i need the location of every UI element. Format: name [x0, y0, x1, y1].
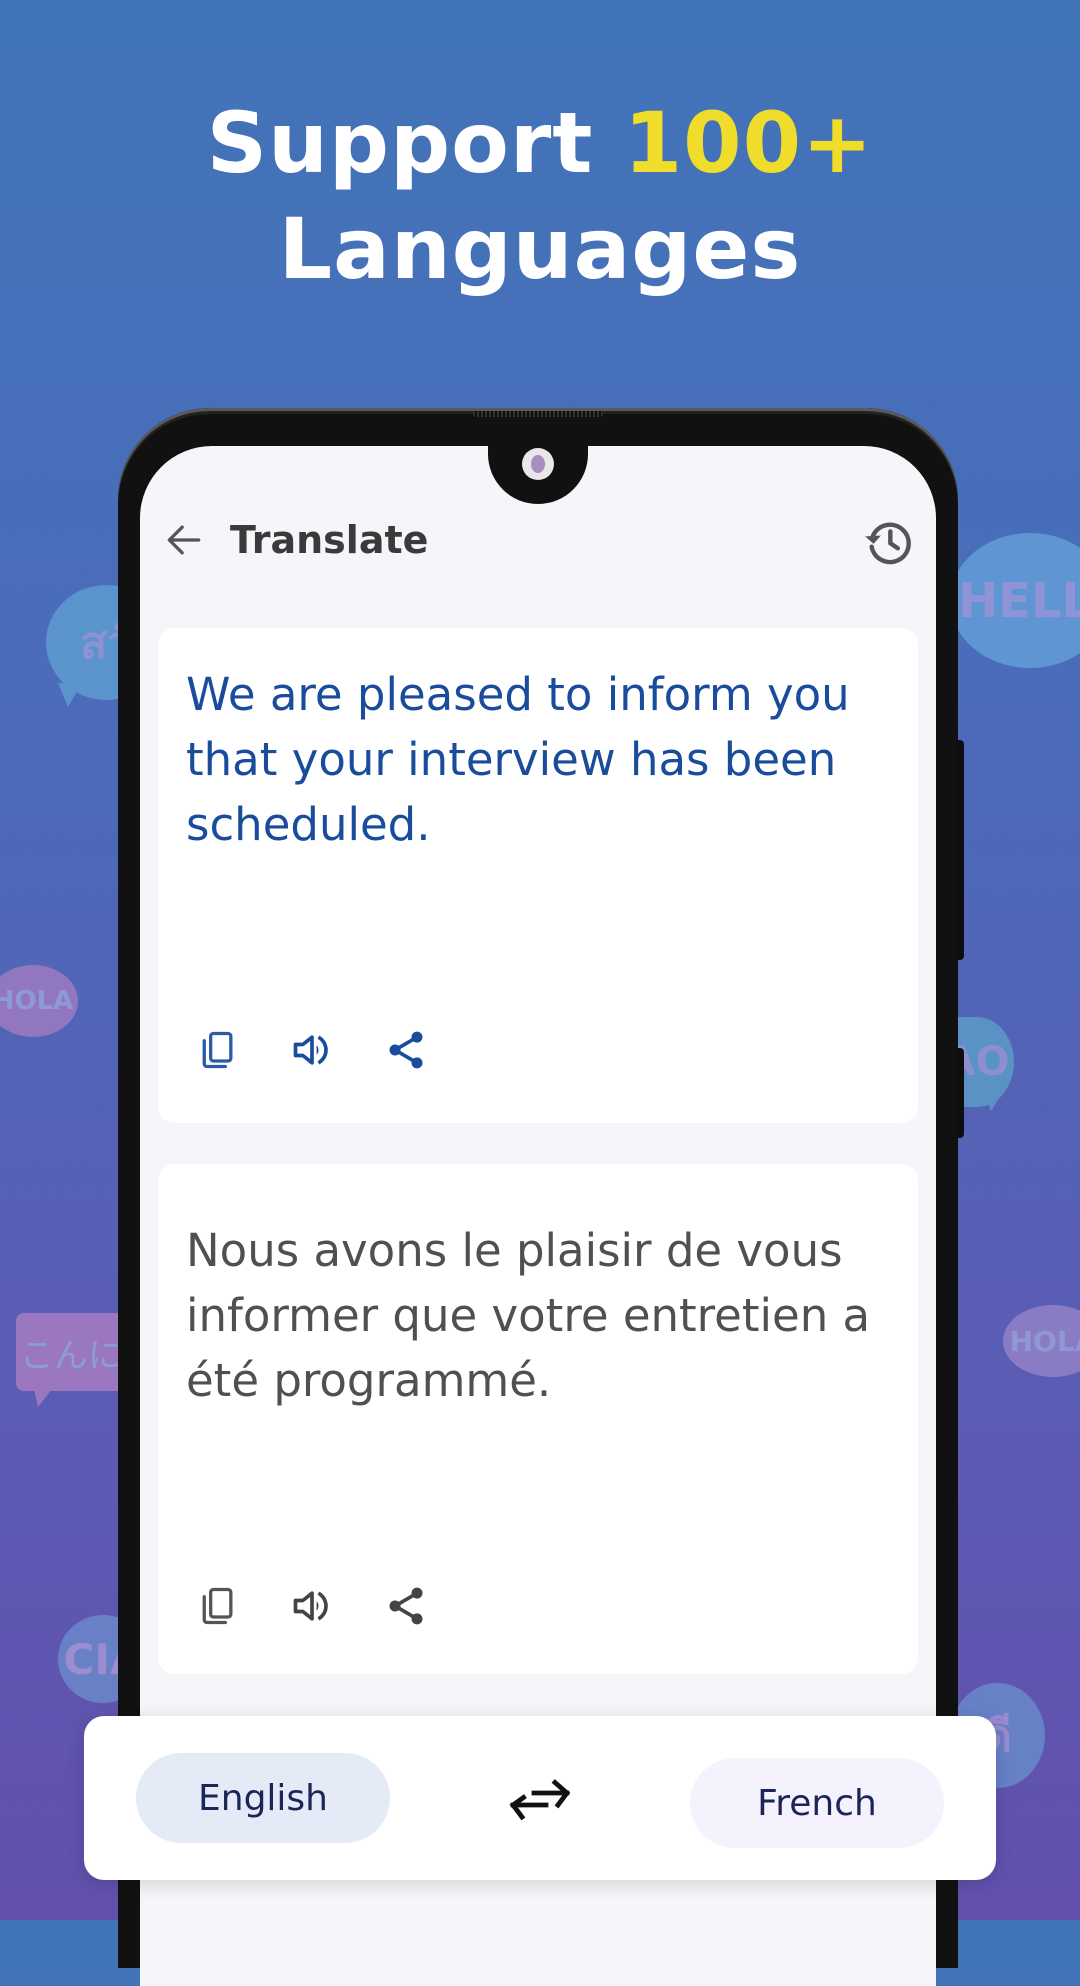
bg-bubble-hello: HELLO	[950, 533, 1080, 668]
translated-text-card: Nous avons le plaisir de vous informer q…	[158, 1164, 918, 1674]
share-icon	[389, 1031, 423, 1069]
page-title: Translate	[230, 518, 429, 562]
source-text-card: We are pleased to inform you that your i…	[158, 628, 918, 1123]
source-text[interactable]: We are pleased to inform you that your i…	[186, 662, 886, 857]
swap-languages-button[interactable]	[504, 1766, 576, 1838]
target-language-button[interactable]: French	[690, 1758, 944, 1848]
swap-arrows-icon	[509, 1779, 571, 1821]
history-button[interactable]	[860, 514, 916, 570]
headline-prefix: Support	[206, 94, 594, 192]
share-icon	[389, 1587, 423, 1625]
copy-icon	[202, 1587, 233, 1625]
target-speak-button[interactable]	[290, 1584, 334, 1628]
camera-notch	[488, 446, 588, 504]
bubble-tail	[34, 1389, 52, 1407]
target-share-button[interactable]	[384, 1584, 428, 1628]
bg-bubble-japanese: こんに	[16, 1313, 126, 1391]
phone-speaker	[473, 411, 603, 417]
source-copy-button[interactable]	[196, 1028, 240, 1072]
app-bar: Translate	[140, 506, 936, 576]
bg-bubble-hola: HOLA	[0, 965, 78, 1037]
headline-accent: 100+	[623, 94, 874, 192]
language-selector-bar: English French	[84, 1716, 996, 1880]
speaker-icon	[293, 1035, 328, 1065]
promo-headline: Support 100+ Languages	[0, 90, 1080, 302]
volume-button	[956, 740, 964, 960]
copy-icon	[202, 1031, 233, 1069]
speaker-icon	[293, 1591, 328, 1621]
target-actions	[196, 1584, 428, 1628]
bubble-tail	[58, 683, 82, 707]
arrow-left-icon	[167, 525, 201, 555]
front-camera	[522, 448, 554, 480]
headline-line-2: Languages	[278, 200, 802, 298]
source-speak-button[interactable]	[290, 1028, 334, 1072]
history-icon	[865, 522, 911, 565]
source-share-button[interactable]	[384, 1028, 428, 1072]
headline-line-1: Support 100+	[0, 90, 1080, 196]
bubble-tail	[985, 1095, 1001, 1111]
power-button	[956, 1048, 964, 1138]
target-copy-button[interactable]	[196, 1584, 240, 1628]
bg-bubble-hola-2: HOLA	[1003, 1305, 1080, 1377]
source-language-button[interactable]: English	[136, 1753, 390, 1843]
source-actions	[196, 1028, 428, 1072]
translated-text[interactable]: Nous avons le plaisir de vous informer q…	[186, 1218, 886, 1413]
back-button[interactable]	[162, 518, 206, 562]
